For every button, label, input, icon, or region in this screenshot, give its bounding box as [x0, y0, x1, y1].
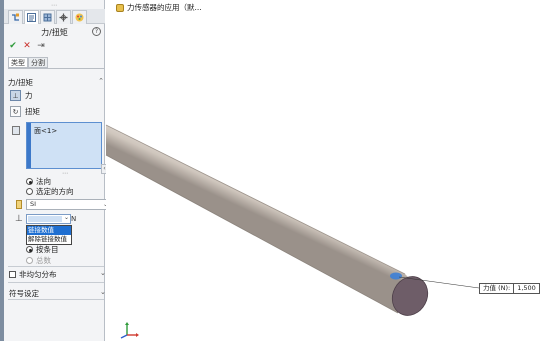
axis-triad-icon: [120, 322, 139, 339]
shaft-bottom-edge: [105, 154, 399, 314]
app-window: ⋯ 力/扭矩 ? ✔ ✕ ⇥ 类型 分割 力/扭矩 ⌃ ⊥ 力 ↻ 扭矩 面<1…: [0, 0, 554, 341]
callout-label: 力值 (N):: [483, 284, 511, 292]
callout-value: 1,500: [517, 284, 536, 292]
model-tree-root[interactable]: 力传感器的应用（默...: [116, 2, 202, 13]
force-value-callout[interactable]: 力值 (N): 1,500: [479, 283, 540, 294]
shaft-top-edge: [105, 124, 406, 275]
part-icon: [116, 3, 124, 12]
force-marker-icon: [390, 272, 402, 280]
model-view: [105, 124, 480, 316]
model-tree-label: 力传感器的应用（默...: [127, 3, 202, 12]
shaft-body[interactable]: [106, 125, 413, 313]
